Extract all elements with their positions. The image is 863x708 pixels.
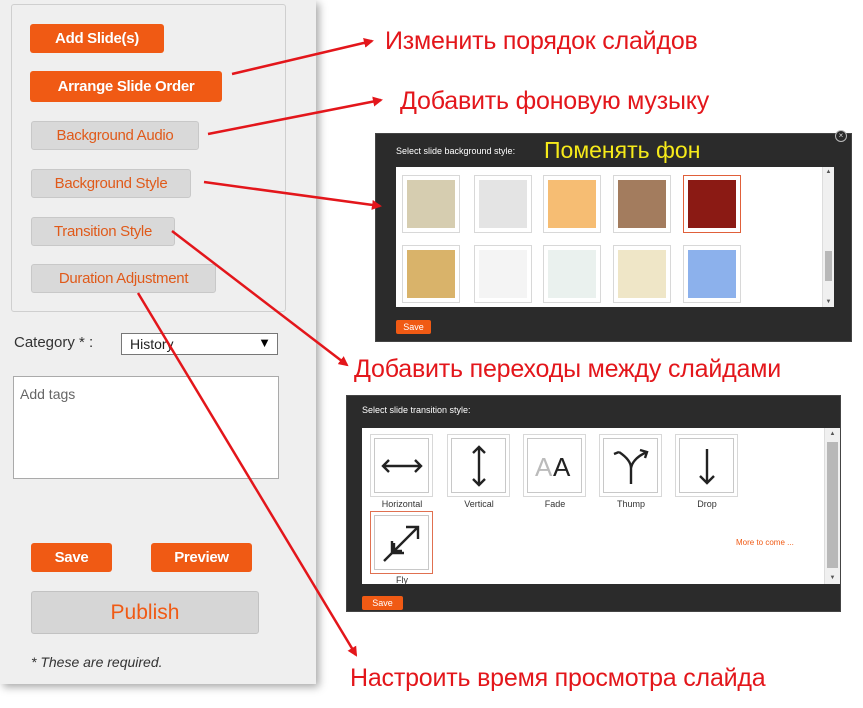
- dropdown-arrow-icon: ▼: [258, 335, 271, 350]
- preview-button[interactable]: Preview: [151, 543, 252, 572]
- scroll-down-icon[interactable]: ▼: [823, 299, 834, 305]
- tags-placeholder: Add tags: [20, 386, 76, 402]
- editor-sidebar: Add Slide(s) Arrange Slide Order Backgro…: [0, 0, 316, 684]
- background-swatch[interactable]: [613, 245, 671, 303]
- duration-adjustment-button[interactable]: Duration Adjustment: [31, 264, 216, 293]
- background-swatch[interactable]: [683, 245, 741, 303]
- scroll-up-icon[interactable]: ▲: [825, 431, 840, 437]
- background-swatch[interactable]: [474, 175, 532, 233]
- annotation-arrange: Изменить порядок слайдов: [385, 27, 698, 55]
- fade-aa-icon: AA: [535, 452, 571, 481]
- transition-vertical[interactable]: [447, 434, 510, 497]
- background-dialog-title: Select slide background style:: [396, 146, 516, 156]
- transition-label: Horizontal: [381, 499, 423, 509]
- svg-text:A: A: [535, 452, 553, 481]
- transition-save-button[interactable]: Save: [362, 596, 403, 610]
- transition-drop[interactable]: [675, 434, 738, 497]
- horizontal-arrows-icon: [380, 458, 423, 473]
- save-button[interactable]: Save: [31, 543, 112, 572]
- transition-label: Vertical: [464, 499, 494, 509]
- scroll-up-icon[interactable]: ▲: [823, 169, 834, 175]
- svg-text:A: A: [553, 452, 571, 481]
- transition-fade[interactable]: AA: [523, 434, 586, 497]
- background-style-button[interactable]: Background Style: [31, 169, 191, 198]
- annotation-background: Поменять фон: [544, 137, 701, 163]
- annotation-duration: Настроить время просмотра слайда: [350, 664, 766, 692]
- scroll-down-icon[interactable]: ▼: [825, 575, 840, 581]
- transition-label: Fly: [396, 575, 408, 585]
- category-value: History: [130, 336, 174, 352]
- fly-arrow-icon: [382, 525, 419, 562]
- required-note: * These are required.: [31, 654, 163, 670]
- add-slides-button[interactable]: Add Slide(s): [30, 24, 164, 53]
- transition-horizontal[interactable]: [370, 434, 433, 497]
- category-label: Category * :: [14, 334, 94, 351]
- background-swatch-selected[interactable]: [683, 175, 741, 233]
- transition-style-dialog: Select slide transition style: Horizonta…: [346, 395, 841, 612]
- background-style-dialog: Select slide background style: Поменять …: [375, 130, 852, 342]
- background-audio-button[interactable]: Background Audio: [31, 121, 199, 150]
- category-select[interactable]: History ▼: [121, 333, 278, 355]
- vertical-arrows-icon: [471, 444, 486, 487]
- transition-label: Thump: [616, 499, 645, 509]
- transition-label: Drop: [697, 499, 717, 509]
- tags-input[interactable]: Add tags: [13, 376, 279, 479]
- background-swatch[interactable]: [543, 245, 601, 303]
- annotation-transitions: Добавить переходы между слайдами: [354, 355, 781, 383]
- transition-thump[interactable]: [599, 434, 662, 497]
- background-swatch[interactable]: [402, 245, 460, 303]
- background-swatch-grid: ▲ ▼: [396, 167, 834, 307]
- transition-label: Fade: [544, 499, 566, 509]
- background-swatch[interactable]: [402, 175, 460, 233]
- transition-style-button[interactable]: Transition Style: [31, 217, 175, 246]
- thump-icon: [613, 448, 649, 484]
- publish-button[interactable]: Publish: [31, 591, 259, 634]
- background-swatch[interactable]: [613, 175, 671, 233]
- arrange-slide-order-button[interactable]: Arrange Slide Order: [30, 71, 222, 102]
- scroll-thumb[interactable]: [827, 442, 838, 568]
- scroll-thumb[interactable]: [825, 251, 832, 281]
- background-scrollbar[interactable]: ▲ ▼: [822, 167, 834, 307]
- annotation-audio: Добавить фоновую музыку: [400, 87, 710, 115]
- transition-scrollbar[interactable]: ▲ ▼: [824, 428, 840, 584]
- close-icon[interactable]: ×: [835, 130, 847, 142]
- background-swatch[interactable]: [474, 245, 532, 303]
- transition-grid: Horizontal Vertical AA Fade Thump Drop F…: [362, 428, 840, 585]
- down-arrow-icon: [698, 448, 715, 485]
- background-save-button[interactable]: Save: [396, 320, 431, 334]
- transition-dialog-title: Select slide transition style:: [362, 405, 471, 415]
- more-to-come-link[interactable]: More to come ...: [736, 538, 794, 547]
- background-swatch[interactable]: [543, 175, 601, 233]
- transition-fly[interactable]: [370, 511, 433, 574]
